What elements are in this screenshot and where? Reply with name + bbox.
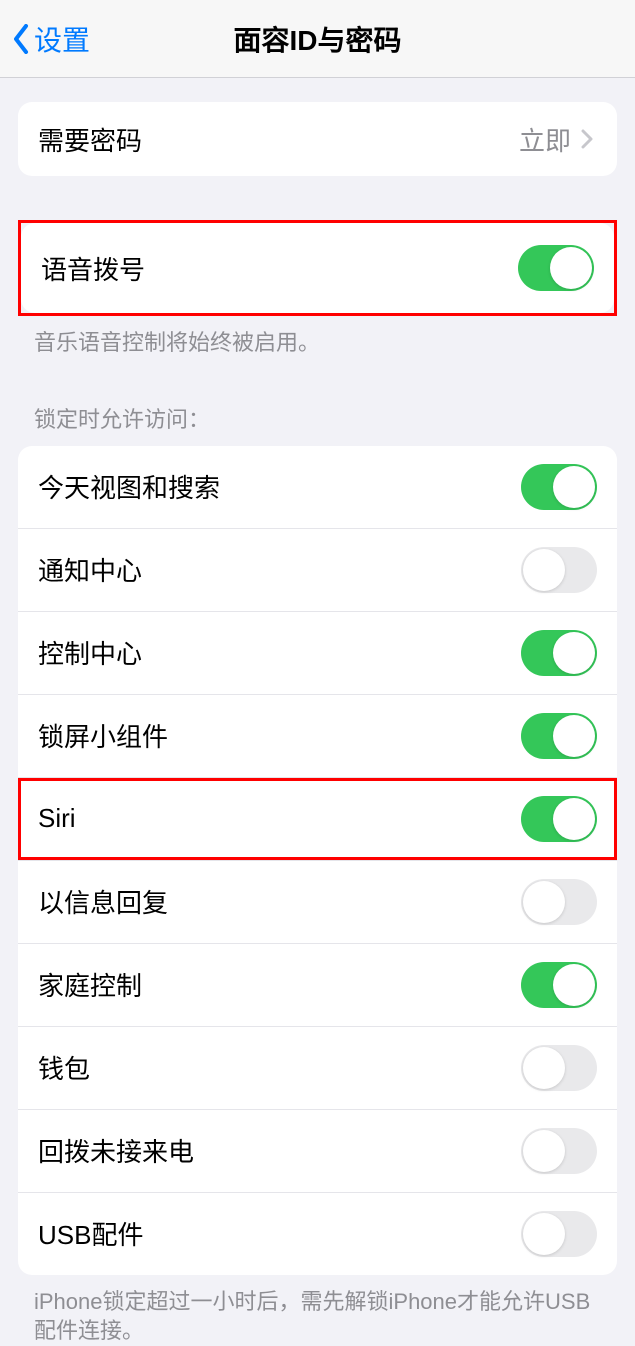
lock-screen-widgets-row: 锁屏小组件 [18, 694, 617, 777]
voice-dial-label: 语音拨号 [41, 250, 145, 287]
lock-screen-widgets-toggle[interactable] [521, 713, 597, 759]
chevron-right-icon [581, 129, 593, 149]
back-label: 设置 [34, 19, 90, 59]
notification-center-row: 通知中心 [18, 528, 617, 611]
require-passcode-value-wrap: 立即 [519, 121, 597, 158]
toggle-knob [523, 1130, 565, 1172]
control-center-row: 控制中心 [18, 611, 617, 694]
voice-dial-footer: 音乐语音控制将始终被启用。 [0, 316, 635, 358]
require-passcode-label: 需要密码 [38, 121, 142, 158]
navigation-bar: 设置 面容ID与密码 [0, 0, 635, 78]
content: 需要密码 立即 语音拨号 音乐语音控制将始终被启用。 锁定时允许访问： 今天视 [0, 78, 635, 1346]
chevron-left-icon [12, 24, 30, 54]
wallet-row: 钱包 [18, 1026, 617, 1109]
home-control-toggle[interactable] [521, 962, 597, 1008]
voice-dial-toggle[interactable] [518, 245, 594, 291]
toggle-knob [553, 715, 595, 757]
require-passcode-row[interactable]: 需要密码 立即 [18, 102, 617, 176]
toggle-knob [550, 247, 592, 289]
wallet-toggle[interactable] [521, 1045, 597, 1091]
today-view-toggle[interactable] [521, 464, 597, 510]
toggle-knob [523, 549, 565, 591]
siri-toggle[interactable] [521, 796, 597, 842]
lock-screen-widgets-label: 锁屏小组件 [38, 717, 168, 754]
reply-message-toggle[interactable] [521, 879, 597, 925]
return-missed-calls-toggle[interactable] [521, 1128, 597, 1174]
toggle-knob [523, 1213, 565, 1255]
home-control-row: 家庭控制 [18, 943, 617, 1026]
back-button[interactable]: 设置 [12, 19, 90, 59]
voice-dial-group: 语音拨号 [21, 223, 614, 313]
require-passcode-value: 立即 [519, 121, 571, 158]
wallet-label: 钱包 [38, 1049, 90, 1086]
return-missed-calls-row: 回拨未接来电 [18, 1109, 617, 1192]
toggle-knob [553, 632, 595, 674]
usb-accessories-label: USB配件 [38, 1215, 143, 1252]
home-control-label: 家庭控制 [38, 966, 142, 1003]
locked-access-header: 锁定时允许访问： [0, 402, 635, 446]
siri-label: Siri [38, 803, 76, 834]
usb-footer: iPhone锁定超过一小时后，需先解锁iPhone才能允许USB配件连接。 [0, 1275, 635, 1346]
page-title: 面容ID与密码 [233, 19, 401, 59]
usb-accessories-row: USB配件 [18, 1192, 617, 1275]
today-view-label: 今天视图和搜索 [38, 468, 220, 505]
toggle-knob [523, 881, 565, 923]
require-passcode-group: 需要密码 立即 [18, 102, 617, 176]
return-missed-calls-label: 回拨未接来电 [38, 1132, 194, 1169]
voice-dial-row: 语音拨号 [21, 223, 614, 313]
notification-center-toggle[interactable] [521, 547, 597, 593]
locked-access-group: 今天视图和搜索 通知中心 控制中心 锁屏小组件 Siri 以信息回复 家庭控制 [18, 446, 617, 1275]
control-center-label: 控制中心 [38, 634, 142, 671]
today-view-row: 今天视图和搜索 [18, 446, 617, 528]
toggle-knob [553, 466, 595, 508]
toggle-knob [553, 798, 595, 840]
toggle-knob [553, 964, 595, 1006]
siri-row: Siri [18, 777, 617, 860]
usb-accessories-toggle[interactable] [521, 1211, 597, 1257]
reply-message-row: 以信息回复 [18, 860, 617, 943]
notification-center-label: 通知中心 [38, 551, 142, 588]
toggle-knob [523, 1047, 565, 1089]
control-center-toggle[interactable] [521, 630, 597, 676]
reply-message-label: 以信息回复 [38, 883, 168, 920]
voice-dial-highlight: 语音拨号 [18, 220, 617, 316]
